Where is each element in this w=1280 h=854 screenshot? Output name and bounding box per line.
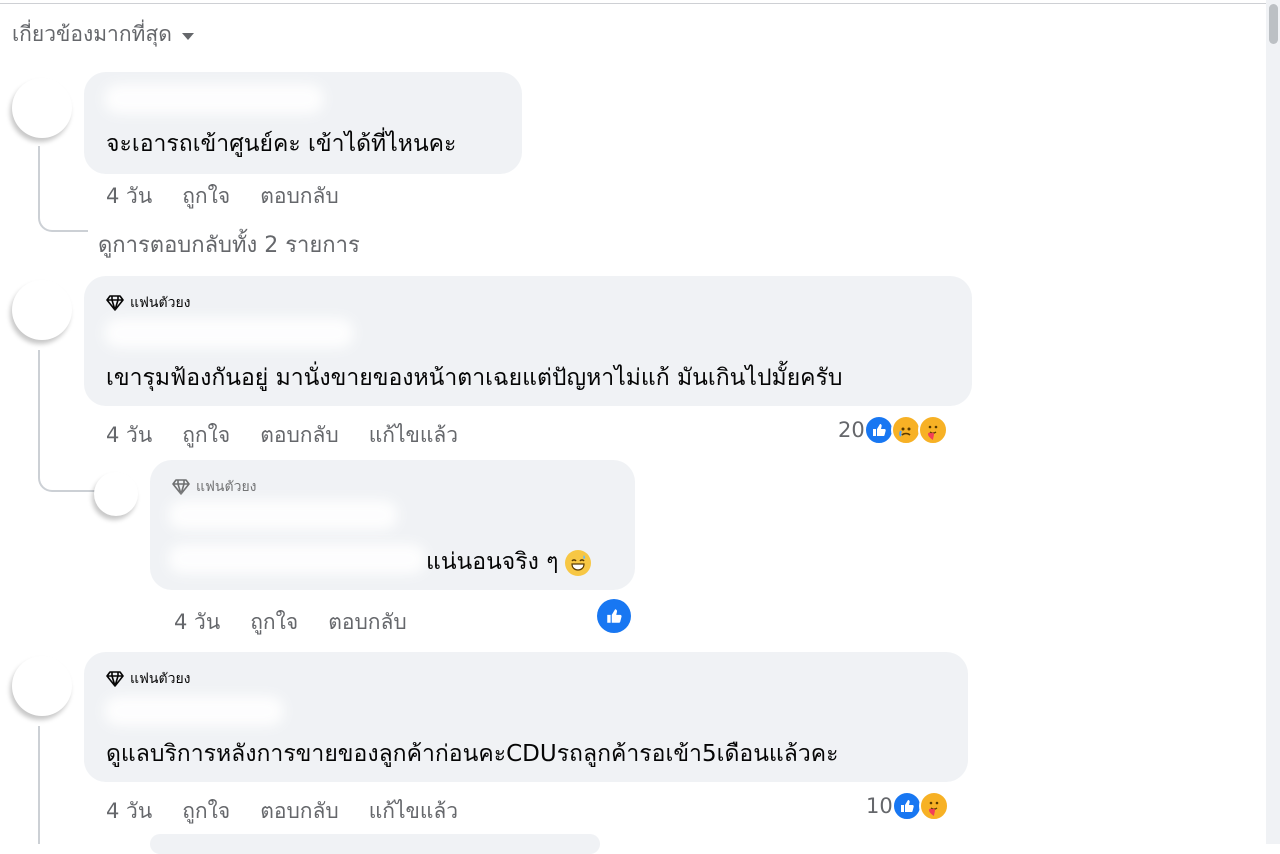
timestamp[interactable]: 4 วัน — [106, 795, 152, 828]
view-replies-link[interactable]: ดูการตอบกลับทั้ง 2 รายการ — [98, 227, 360, 262]
like-reaction-icon[interactable] — [597, 599, 631, 633]
sort-dropdown[interactable]: เกี่ยวข้องมากที่สุด — [12, 18, 194, 51]
comment-text: เขารุมฟ้องกันอยู่ มานั่งขายของหน้าตาเฉยแ… — [106, 365, 843, 391]
reply-button[interactable]: ตอบกลับ — [260, 795, 339, 828]
scrollbar-thumb[interactable] — [1269, 4, 1278, 44]
reaction-summary[interactable]: 10 — [866, 791, 949, 821]
blurred-author-name — [168, 500, 398, 530]
thread-connector — [38, 146, 88, 232]
like-button[interactable]: ถูกใจ — [182, 180, 230, 213]
care-icon — [917, 415, 948, 445]
top-fan-badge: แฟนตัวยง — [172, 476, 257, 498]
reply-actions: 4 วัน ถูกใจ ตอบกลับ — [174, 606, 407, 639]
comment-text: ดูแลบริการหลังการขายของลูกค้าก่อนคะCDUรถ… — [106, 741, 839, 767]
timestamp[interactable]: 4 วัน — [106, 419, 152, 452]
comment-text: แน่นอนจริง ๆ — [426, 544, 591, 580]
edited-label: แก้ไขแล้ว — [368, 799, 459, 823]
diamond-icon — [106, 671, 124, 687]
comment-actions: 4 วัน ถูกใจ ตอบกลับ แก้ไขแล้ว — [106, 419, 458, 452]
reply-bubble: แฟนตัวยง แน่นอนจริง ๆ — [150, 460, 635, 590]
edited-label: แก้ไขแล้ว — [368, 423, 459, 447]
top-divider — [0, 3, 1266, 4]
blurred-mention — [168, 544, 426, 574]
reaction-count: 10 — [866, 794, 893, 818]
thread-connector — [38, 726, 40, 844]
comment-bubble: แฟนตัวยง ดูแลบริการหลังการขายของลูกค้าก่… — [84, 652, 968, 782]
blurred-author-name — [104, 84, 324, 114]
avatar[interactable] — [94, 472, 138, 516]
diamond-icon — [106, 295, 124, 311]
avatar[interactable] — [12, 78, 72, 138]
reply-button[interactable]: ตอบกลับ — [260, 419, 339, 452]
blurred-author-name — [104, 318, 354, 348]
reaction-summary[interactable]: 20 — [838, 415, 948, 445]
scrollbar[interactable] — [1266, 0, 1280, 844]
blurred-author-name — [104, 696, 284, 726]
like-button[interactable]: ถูกใจ — [250, 606, 298, 639]
badge-label: แฟนตัวยง — [130, 295, 191, 311]
comment-actions: 4 วัน ถูกใจ ตอบกลับ แก้ไขแล้ว — [106, 795, 458, 828]
reply-button[interactable]: ตอบกลับ — [260, 180, 339, 213]
like-button[interactable]: ถูกใจ — [182, 795, 230, 828]
reply-button[interactable]: ตอบกลับ — [328, 606, 407, 639]
sort-label: เกี่ยวข้องมากที่สุด — [12, 22, 172, 46]
comment-bubble: จะเอารถเข้าศูนย์คะ เข้าได้ที่ไหนคะ — [84, 72, 522, 174]
partial-reply-bubble — [150, 834, 600, 854]
avatar[interactable] — [12, 656, 72, 716]
comment-actions: 4 วัน ถูกใจ ตอบกลับ — [106, 180, 339, 213]
reaction-count: 20 — [838, 418, 865, 442]
like-icon — [863, 415, 894, 445]
diamond-icon — [172, 479, 190, 495]
sad-icon — [890, 415, 921, 445]
care-icon — [918, 791, 949, 821]
caret-down-icon — [181, 33, 194, 40]
top-fan-badge: แฟนตัวยง — [106, 668, 191, 690]
avatar[interactable] — [12, 280, 72, 340]
like-button[interactable]: ถูกใจ — [182, 419, 230, 452]
grinning-sweat-emoji — [564, 549, 591, 576]
badge-label: แฟนตัวยง — [196, 479, 257, 495]
comment-text: จะเอารถเข้าศูนย์คะ เข้าได้ที่ไหนคะ — [106, 131, 457, 157]
top-fan-badge: แฟนตัวยง — [106, 292, 191, 314]
like-icon — [891, 791, 922, 821]
reply-text: แน่นอนจริง ๆ — [426, 549, 559, 575]
badge-label: แฟนตัวยง — [130, 671, 191, 687]
comment-bubble: แฟนตัวยง เขารุมฟ้องกันอยู่ มานั่งขายของห… — [84, 276, 972, 406]
timestamp[interactable]: 4 วัน — [106, 180, 152, 213]
timestamp[interactable]: 4 วัน — [174, 606, 220, 639]
